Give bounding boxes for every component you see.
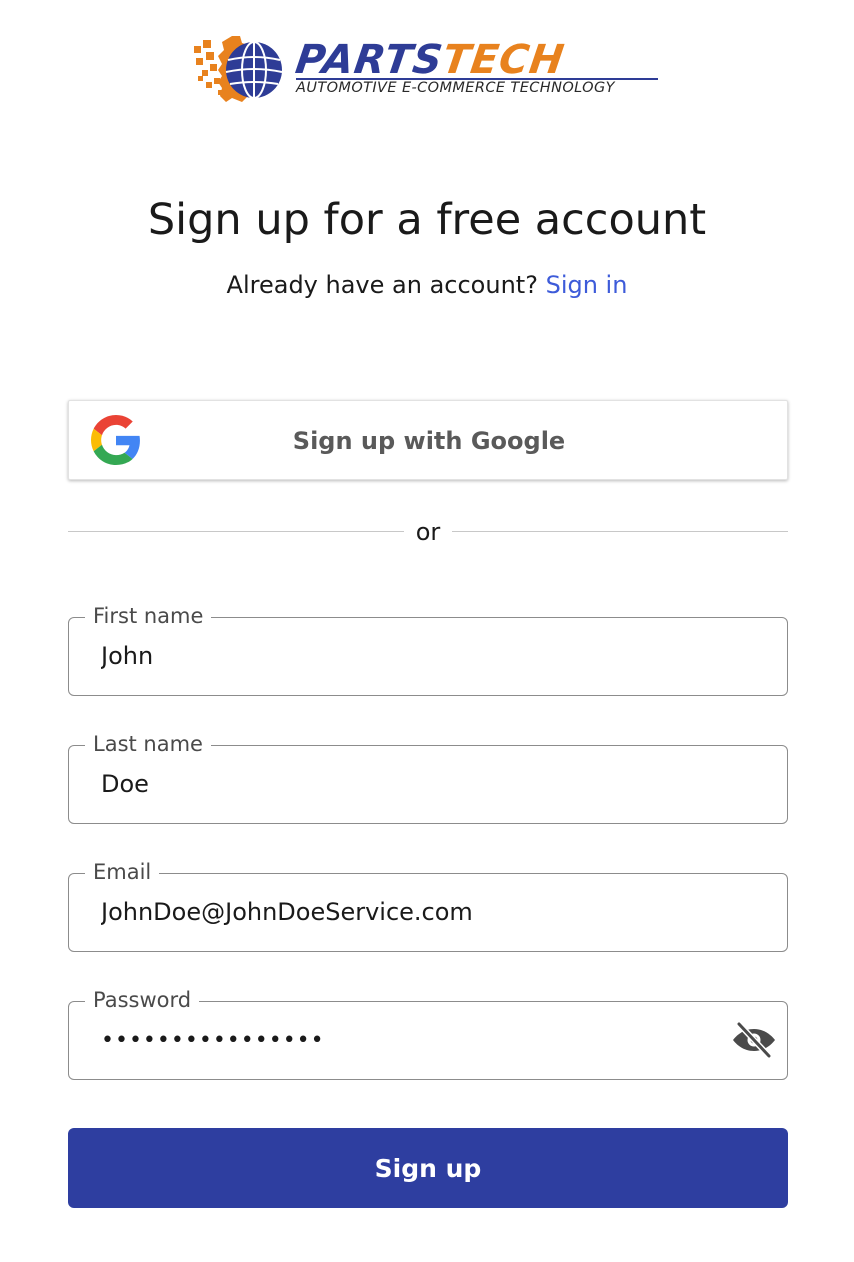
partstech-logo: PARTSTECH AUTOMOTIVE E-COMMERCE TECHNOLO…	[192, 32, 662, 106]
logo-wordmark: PARTSTECH	[292, 37, 568, 83]
last-name-input[interactable]	[101, 746, 731, 822]
last-name-field: Last name	[68, 730, 788, 824]
logo-globe-gear-icon	[194, 36, 283, 102]
signup-page: PARTSTECH AUTOMOTIVE E-COMMERCE TECHNOLO…	[0, 0, 854, 1262]
divider-line-left	[68, 531, 404, 532]
divider-line-right	[452, 531, 788, 532]
eye-off-icon	[733, 1021, 775, 1059]
email-input[interactable]	[101, 874, 731, 950]
signup-submit-button[interactable]: Sign up	[68, 1128, 788, 1208]
divider-or: or	[415, 518, 441, 546]
password-input[interactable]	[101, 1002, 731, 1078]
password-field: Password	[68, 986, 788, 1080]
page-title: Sign up for a free account	[147, 195, 707, 245]
signin-link[interactable]: Sign in	[546, 271, 628, 299]
google-signup-button[interactable]: Sign up with Google	[68, 400, 788, 480]
logo-tagline: AUTOMOTIVE E-COMMERCE TECHNOLOGY	[296, 80, 615, 96]
google-signup-label: Sign up with Google	[292, 427, 566, 455]
email-field: Email	[68, 858, 788, 952]
signin-prompt: Already have an account? Sign in	[0, 268, 854, 302]
first-name-field: First name	[68, 602, 788, 696]
signin-prompt-text: Already have an account?	[226, 271, 538, 299]
first-name-input[interactable]	[101, 618, 731, 694]
toggle-password-visibility-button[interactable]	[731, 1020, 777, 1060]
